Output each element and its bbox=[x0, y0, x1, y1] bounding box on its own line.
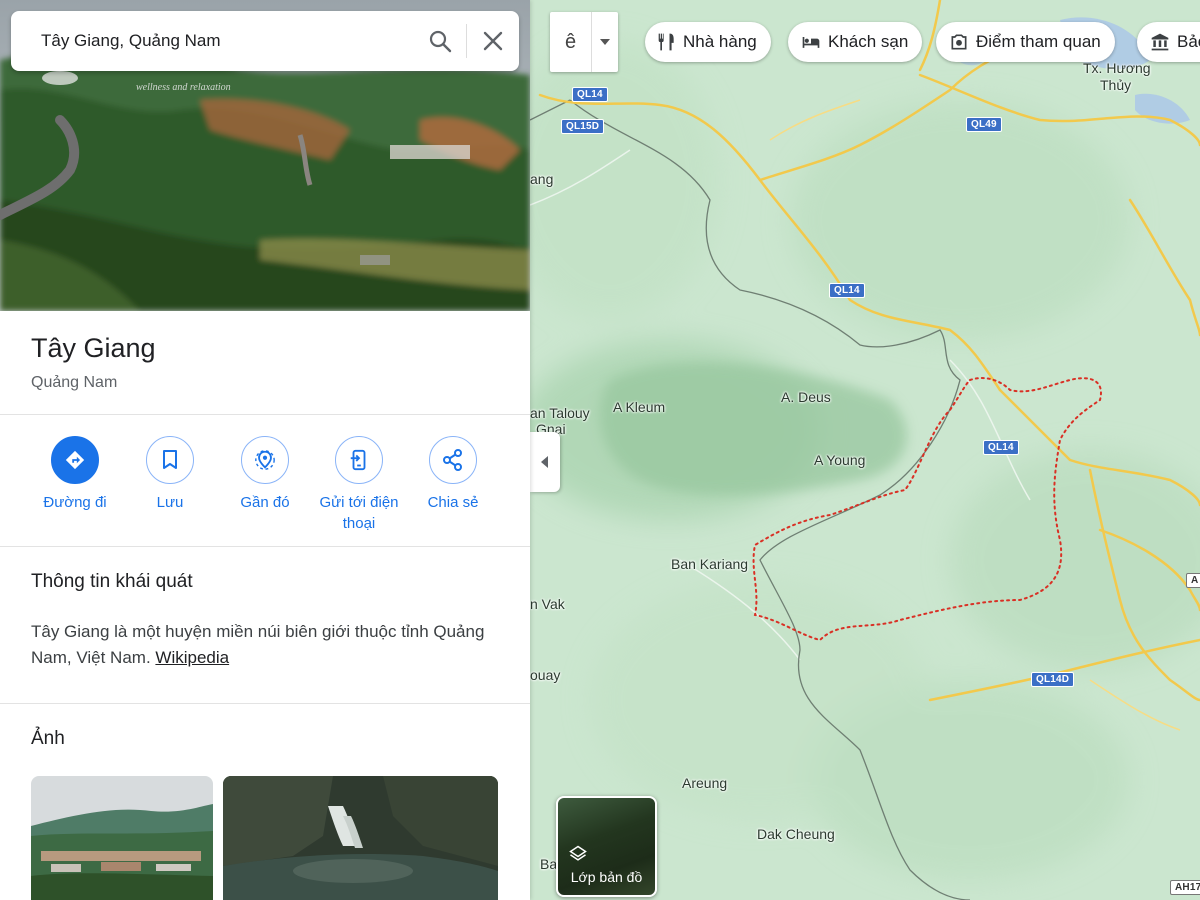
chevron-left-icon bbox=[541, 456, 548, 468]
waterfall-photo bbox=[223, 776, 498, 900]
photo-thumbnail[interactable] bbox=[223, 776, 498, 900]
layers-label: Lớp bản đồ bbox=[570, 869, 643, 885]
input-language-button[interactable]: ê bbox=[550, 12, 592, 72]
place-label[interactable]: Thủy bbox=[1100, 77, 1131, 93]
divider bbox=[0, 546, 530, 547]
search-input[interactable] bbox=[11, 11, 414, 71]
clear-search-button[interactable] bbox=[467, 11, 519, 71]
restaurant-icon bbox=[657, 32, 677, 52]
place-label[interactable]: ang bbox=[530, 171, 553, 187]
search-icon bbox=[429, 30, 452, 53]
place-label[interactable]: Areung bbox=[682, 775, 727, 791]
place-label[interactable]: A Young bbox=[814, 452, 865, 468]
chip-museums[interactable]: Bảo tàng bbox=[1137, 22, 1200, 62]
chip-attractions[interactable]: Điểm tham quan bbox=[936, 22, 1115, 62]
share-button[interactable]: Chia sẻ bbox=[398, 436, 508, 513]
place-label[interactable]: an Talouy bbox=[530, 405, 590, 421]
app-root: Tx. Hương Thủy ang A Kleum A. Deus A You… bbox=[0, 0, 1200, 900]
layers-button[interactable]: Lớp bản đồ bbox=[556, 796, 657, 897]
hotel-icon bbox=[800, 32, 822, 52]
chevron-down-icon[interactable] bbox=[592, 12, 618, 72]
road-shield: QL14 bbox=[829, 283, 865, 298]
place-region: Quảng Nam bbox=[31, 374, 118, 391]
nearby-icon bbox=[241, 436, 289, 484]
road-shield: QL14D bbox=[1031, 672, 1075, 687]
photo-thumbnail[interactable] bbox=[31, 776, 213, 900]
directions-button[interactable]: Đường đi bbox=[20, 436, 130, 513]
divider bbox=[0, 414, 530, 415]
chip-label: Nhà hàng bbox=[683, 32, 757, 51]
action-label: Chia sẻ bbox=[427, 494, 479, 511]
road-shield: AH17 bbox=[1170, 880, 1200, 895]
directions-icon bbox=[51, 436, 99, 484]
search-button[interactable] bbox=[414, 11, 466, 71]
map-canvas[interactable]: Tx. Hương Thủy ang A Kleum A. Deus A You… bbox=[530, 0, 1200, 900]
road-shield: QL49 bbox=[966, 117, 1002, 132]
collapse-panel-button[interactable] bbox=[530, 432, 560, 492]
town-photo bbox=[31, 776, 213, 900]
divider bbox=[0, 703, 530, 704]
place-label[interactable]: A Kleum bbox=[613, 399, 665, 415]
chip-label: Khách sạn bbox=[828, 32, 909, 51]
road-shield: A bbox=[1186, 573, 1200, 588]
bookmark-icon bbox=[146, 436, 194, 484]
overview-text: Tây Giang là một huyện miền núi biên giớ… bbox=[31, 622, 485, 667]
place-label[interactable]: Ba bbox=[540, 856, 557, 872]
place-label[interactable]: Dak Cheung bbox=[757, 826, 835, 842]
attraction-icon bbox=[948, 32, 970, 52]
map-terrain bbox=[530, 0, 1200, 900]
chip-restaurants[interactable]: Nhà hàng bbox=[645, 22, 771, 62]
overview-heading: Thông tin khái quát bbox=[31, 571, 193, 592]
road-shield: QL14 bbox=[983, 440, 1019, 455]
place-panel: wellness and relaxation Tây Giang Quảng … bbox=[0, 0, 530, 900]
close-icon bbox=[483, 31, 503, 51]
wikipedia-link[interactable]: Wikipedia bbox=[155, 648, 229, 667]
museum-icon bbox=[1149, 32, 1171, 52]
action-label: Lưu bbox=[156, 494, 184, 511]
road-shield: QL15D bbox=[561, 119, 605, 134]
chip-label: Điểm tham quan bbox=[976, 32, 1101, 51]
overview-description: Tây Giang là một huyện miền núi biên giớ… bbox=[31, 619, 501, 671]
save-button[interactable]: Lưu bbox=[115, 436, 225, 513]
photos-heading: Ảnh bbox=[31, 728, 65, 749]
action-label: Đường đi bbox=[43, 494, 107, 511]
place-label[interactable]: Tx. Hương bbox=[1083, 60, 1151, 76]
send-to-phone-icon bbox=[335, 436, 383, 484]
place-label[interactable]: ouay bbox=[530, 667, 560, 683]
search-box[interactable] bbox=[11, 11, 519, 71]
share-icon bbox=[429, 436, 477, 484]
place-title: Tây Giang bbox=[31, 333, 156, 363]
place-label[interactable]: Ban Kariang bbox=[671, 556, 748, 572]
layers-icon bbox=[569, 845, 587, 861]
hero-watermark: wellness and relaxation bbox=[136, 82, 231, 93]
place-label[interactable]: A. Deus bbox=[781, 389, 831, 405]
chip-hotels[interactable]: Khách sạn bbox=[788, 22, 923, 62]
place-label[interactable]: n Vak bbox=[530, 596, 565, 612]
chip-label: Bảo tàng bbox=[1177, 32, 1200, 51]
input-tools[interactable]: ê bbox=[550, 12, 618, 72]
road-shield: QL14 bbox=[572, 87, 608, 102]
